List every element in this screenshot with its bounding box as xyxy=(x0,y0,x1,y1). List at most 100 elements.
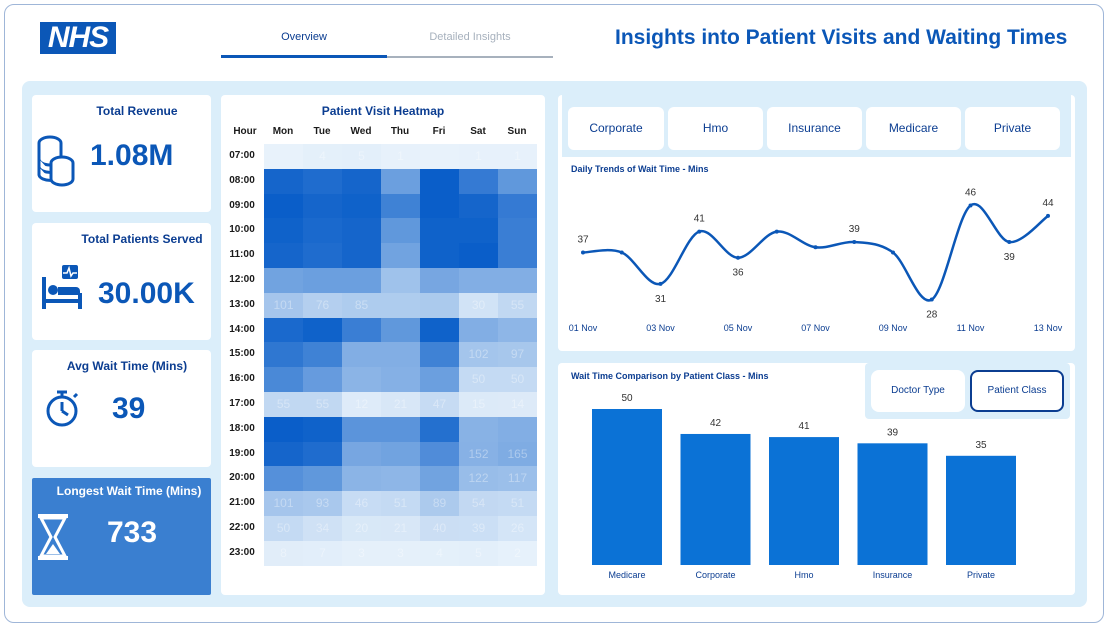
heatmap-day-header: Fri xyxy=(432,126,446,137)
heatmap-hour-label: 09:00 xyxy=(229,199,255,211)
x-axis-tick-label: 07 Nov xyxy=(801,323,830,333)
heatmap-cell xyxy=(420,342,459,368)
heatmap-cell xyxy=(264,416,303,443)
heatmap-cell xyxy=(264,144,303,170)
bar xyxy=(592,409,662,565)
heatmap-cell: 165 xyxy=(498,441,537,467)
kpi-title: Total Patients Served xyxy=(81,232,203,246)
heatmap-hour-label: 17:00 xyxy=(229,398,255,409)
heatmap-cell: 55 xyxy=(264,392,303,418)
heatmap-cell xyxy=(459,218,498,244)
heatmap-cell: 101 xyxy=(264,491,303,517)
line-point xyxy=(968,203,973,208)
heatmap-cell: 26 xyxy=(498,516,537,542)
heatmap-cell xyxy=(498,168,537,195)
heatmap-cell: 20 xyxy=(342,516,381,542)
heatmap-day-header: Sat xyxy=(470,126,486,137)
heatmap-cell: 39 xyxy=(459,516,498,542)
heatmap-cell xyxy=(381,441,420,467)
heatmap-hour-label: 15:00 xyxy=(229,348,255,360)
heatmap-day-header: Thu xyxy=(390,126,410,137)
heatmap-cell: 76 xyxy=(303,292,342,319)
heatmap-cell xyxy=(264,168,303,195)
heatmap-cell xyxy=(342,193,381,219)
heatmap-hour-label: 21:00 xyxy=(229,497,255,509)
heatmap-hour-header: Hour xyxy=(233,126,257,137)
heatmap-title: Patient Visit Heatmap xyxy=(321,104,445,118)
heatmap-cell xyxy=(381,193,420,219)
heatmap-hour-label: 22:00 xyxy=(229,522,255,533)
heatmap-cell: 5 xyxy=(459,540,498,567)
heatmap-cell xyxy=(420,243,459,269)
line-point xyxy=(891,250,895,255)
heatmap-cell xyxy=(381,292,420,319)
line-value-label: 39 xyxy=(1004,252,1016,263)
heatmap-cell xyxy=(342,268,381,294)
heatmap-cell: 15 xyxy=(459,392,498,418)
kpi-value: 39 xyxy=(112,392,146,425)
heatmap-cell xyxy=(420,367,459,393)
line-point xyxy=(736,255,740,260)
line-chart: 37 31 41 36 39 28 46 39 44 01 Nov 03 Nov 05 Nov 07 N… xyxy=(569,187,1063,333)
bar-value-label: 41 xyxy=(798,421,810,432)
line-point xyxy=(658,281,663,286)
heatmap-cell xyxy=(420,416,459,443)
tab-detailed-insights[interactable]: Detailed Insights xyxy=(387,22,553,58)
daily-trends-card: Corporate Hmo Insurance Medicare Private… xyxy=(558,95,1075,351)
page-tabs: Overview Detailed Insights xyxy=(221,22,553,58)
kpi-value: 30.00K xyxy=(98,277,195,310)
heatmap-cell: 55 xyxy=(498,292,537,319)
heatmap-cell xyxy=(381,466,420,492)
bar-category-label: Corporate xyxy=(695,570,735,580)
heatmap-cell: 21 xyxy=(381,516,420,542)
heatmap-cell: 8 xyxy=(264,540,303,567)
heatmap-cell: 97 xyxy=(498,342,537,368)
kpi-card-total-revenue: Total Revenue 1.08M xyxy=(32,95,211,212)
line-point xyxy=(697,229,702,234)
line-value-label: 39 xyxy=(849,224,861,235)
heatmap-cell xyxy=(459,193,498,219)
hospital-bed-icon xyxy=(42,265,82,309)
heatmap-cell: 4 xyxy=(303,144,342,170)
line-value-label: 28 xyxy=(926,310,938,321)
heatmap-cell xyxy=(381,243,420,269)
line-point xyxy=(774,229,779,234)
heatmap-cell: 50 xyxy=(498,367,537,393)
tab-overview[interactable]: Overview xyxy=(221,22,387,58)
line-point xyxy=(581,250,585,255)
heatmap-cell: 34 xyxy=(303,516,342,542)
coins-icon xyxy=(37,135,75,187)
heatmap-cell: 152 xyxy=(459,441,498,467)
x-axis-tick-label: 11 Nov xyxy=(957,323,985,333)
heatmap-cell xyxy=(264,441,303,467)
kpi-value: 733 xyxy=(107,516,158,549)
heatmap-cell: 51 xyxy=(498,491,537,517)
heatmap-cell xyxy=(264,466,303,492)
heatmap-cell xyxy=(264,317,303,343)
bar xyxy=(769,437,839,565)
heatmap-cell xyxy=(342,317,381,343)
heatmap-cell xyxy=(342,342,381,368)
heatmap-cell xyxy=(303,342,342,368)
heatmap-hour-label: 12:00 xyxy=(229,274,255,285)
heatmap-cell: 7 xyxy=(303,540,342,567)
bar-chart: 50 Medicare 42 Corporate 41 Hmo 39 Insurance 35 P… xyxy=(592,393,1016,580)
heatmap-cell xyxy=(342,466,381,492)
heatmap-cell xyxy=(420,292,459,319)
heatmap-hour-label: 10:00 xyxy=(229,224,255,236)
heatmap-cell: 40 xyxy=(420,516,459,542)
heatmap-cell xyxy=(420,218,459,244)
patient-visit-heatmap: Patient Visit Heatmap Hour Mon Tue Wed Thu F… xyxy=(221,95,545,595)
heatmap-day-header: Wed xyxy=(350,126,372,137)
heatmap-cell: 4 xyxy=(420,540,459,567)
heatmap-cell: 3 xyxy=(342,540,381,567)
heatmap-cell xyxy=(342,168,381,195)
heatmap-cell: 50 xyxy=(264,516,303,542)
heatmap-cell: 55 xyxy=(303,392,342,418)
heatmap-cell: 47 xyxy=(420,392,459,418)
heatmap-hour-label: 19:00 xyxy=(229,447,255,459)
heatmap-cell: 85 xyxy=(342,292,381,319)
bar-category-label: Private xyxy=(967,570,995,580)
heatmap-cell xyxy=(498,416,537,443)
wait-time-trend-line xyxy=(582,202,1049,302)
